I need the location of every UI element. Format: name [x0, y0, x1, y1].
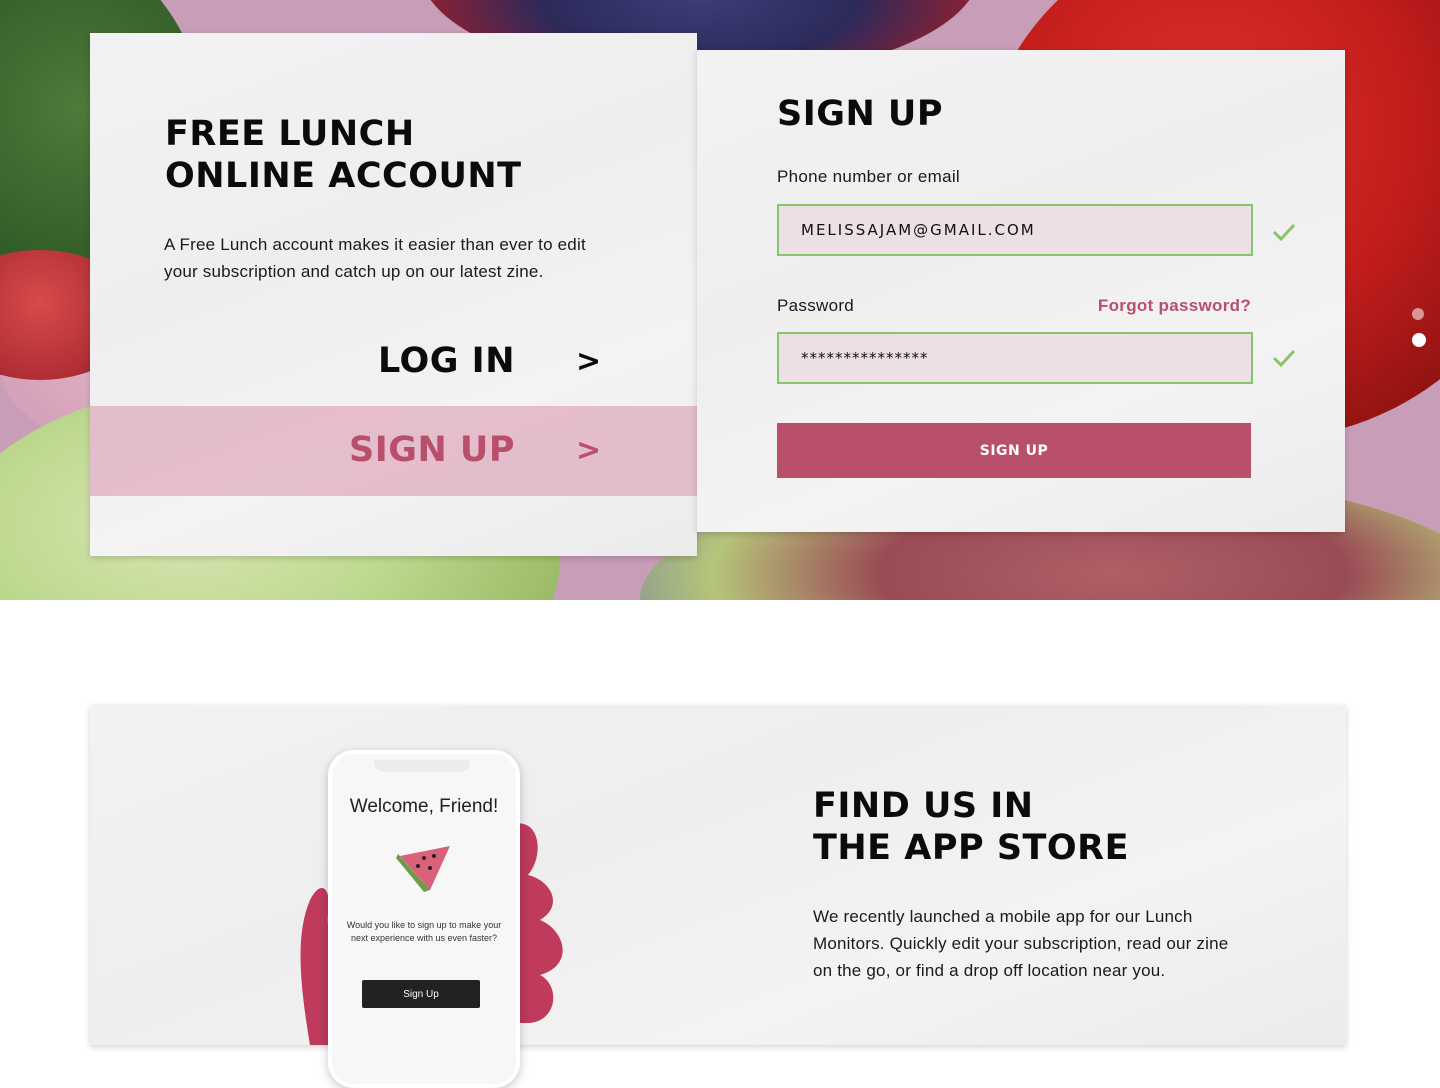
password-field[interactable]: ***************	[777, 332, 1253, 384]
app-store-title: FIND US IN THE APP STORE	[813, 785, 1293, 869]
watermelon-icon	[396, 846, 450, 892]
app-store-title-line1: FIND US IN	[813, 786, 1034, 826]
signup-form-card: SIGN UP Phone number or email MELISSAJAM…	[697, 50, 1345, 532]
signup-option[interactable]: SIGN UP >	[90, 406, 697, 496]
chevron-right-icon: >	[576, 344, 602, 379]
phone-prompt-text: Would you like to sign up to make your n…	[346, 920, 502, 943]
signup-form-title: SIGN UP	[777, 94, 944, 134]
phone-signup-button: Sign Up	[362, 980, 480, 1008]
account-description: A Free Lunch account makes it easier tha…	[164, 235, 586, 281]
login-option[interactable]: LOG IN >	[90, 317, 697, 407]
account-card: FREE LUNCH ONLINE ACCOUNT A Free Lunch a…	[90, 33, 697, 556]
app-store-card: Welcome, Friend! Would you like to sign …	[90, 705, 1346, 1088]
chevron-right-icon: >	[576, 433, 602, 468]
password-label: Password	[777, 296, 855, 315]
checkmark-icon	[1272, 223, 1296, 242]
signup-option-label: SIGN UP	[348, 430, 515, 470]
phone-notch	[374, 760, 470, 772]
login-option-label: LOG IN	[377, 341, 515, 381]
account-title: FREE LUNCH ONLINE ACCOUNT	[165, 113, 625, 197]
app-store-title-line2: THE APP STORE	[813, 828, 1130, 868]
account-title-line1: FREE LUNCH	[165, 114, 415, 154]
checkmark-icon	[1272, 349, 1296, 368]
phone-mockup: Welcome, Friend! Would you like to sign …	[328, 750, 520, 1088]
carousel-dot-2-active[interactable]	[1412, 333, 1426, 347]
account-title-line2: ONLINE ACCOUNT	[165, 156, 522, 196]
signup-submit-button[interactable]: SIGN UP	[777, 423, 1251, 478]
carousel-dot-1[interactable]	[1412, 308, 1424, 320]
app-store-description: We recently launched a mobile app for ou…	[813, 907, 1229, 980]
phone-welcome-title: Welcome, Friend!	[349, 796, 499, 817]
email-field[interactable]: MELISSAJAM@GMAIL.COM	[777, 204, 1253, 256]
email-label: Phone number or email	[777, 167, 961, 186]
forgot-password-link[interactable]: Forgot password?	[1098, 296, 1251, 316]
